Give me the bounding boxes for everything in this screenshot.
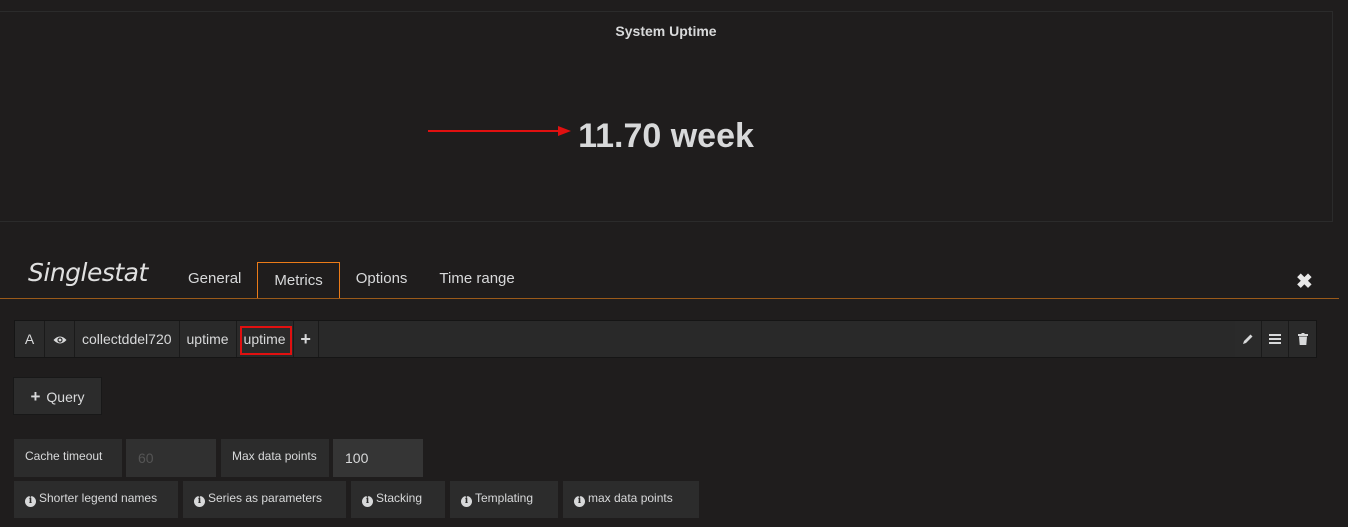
highlight-box xyxy=(239,326,292,355)
info-icon: i xyxy=(574,496,585,507)
cache-timeout-label: Cache timeout xyxy=(14,439,122,477)
max-data-points-label: Max data points xyxy=(221,439,329,477)
singlestat-panel: System Uptime 11.70 week xyxy=(0,11,1333,222)
query-ref-id[interactable]: A xyxy=(15,321,45,357)
help-label: Templating xyxy=(475,491,534,505)
menu-icon[interactable] xyxy=(1262,321,1289,357)
tab-time-range[interactable]: Time range xyxy=(423,262,530,299)
help-stacking[interactable]: i Stacking xyxy=(351,481,445,518)
pencil-icon[interactable] xyxy=(1235,321,1262,357)
plus-icon[interactable]: + xyxy=(293,321,319,357)
cache-timeout-input[interactable]: 60 xyxy=(126,439,216,477)
stat-value: 11.70 week xyxy=(578,117,754,155)
help-max-data-points[interactable]: i max data points xyxy=(563,481,699,518)
info-icon: i xyxy=(194,496,205,507)
query-row-spacer xyxy=(319,321,1235,357)
editor-title: Singlestat xyxy=(28,258,148,287)
editor-tabs: General Metrics Options Time range xyxy=(172,262,531,299)
stat-row: 11.70 week xyxy=(0,117,1332,156)
query-type-segment[interactable]: uptime xyxy=(236,321,294,357)
help-templating[interactable]: i Templating xyxy=(450,481,558,518)
close-icon[interactable]: ✖ xyxy=(1296,269,1313,294)
panel-title[interactable]: System Uptime xyxy=(0,23,1332,39)
query-plugin-segment[interactable]: uptime xyxy=(179,321,237,357)
info-icon: i xyxy=(461,496,472,507)
info-icon: i xyxy=(362,496,373,507)
query-row: A collectddel720 uptime uptime + xyxy=(14,320,1317,358)
help-label: Stacking xyxy=(376,491,423,505)
help-shorter-legend-names[interactable]: i Shorter legend names xyxy=(14,481,178,518)
help-series-as-parameters[interactable]: i Series as parameters xyxy=(183,481,346,518)
query-host-segment[interactable]: collectddel720 xyxy=(75,321,180,357)
tab-options[interactable]: Options xyxy=(340,262,424,299)
info-icon: i xyxy=(25,496,36,507)
plus-icon: + xyxy=(30,387,41,406)
help-label: max data points xyxy=(588,491,673,505)
max-data-points-input[interactable]: 100 xyxy=(333,439,423,477)
tab-metrics[interactable]: Metrics xyxy=(257,262,340,299)
add-query-button[interactable]: + Query xyxy=(13,377,102,415)
add-query-label: Query xyxy=(46,389,85,405)
eye-icon[interactable] xyxy=(45,321,75,357)
tab-divider xyxy=(0,298,1339,299)
tab-general[interactable]: General xyxy=(172,262,257,299)
trash-icon[interactable] xyxy=(1289,321,1316,357)
help-label: Series as parameters xyxy=(208,491,323,505)
help-label: Shorter legend names xyxy=(39,491,158,505)
